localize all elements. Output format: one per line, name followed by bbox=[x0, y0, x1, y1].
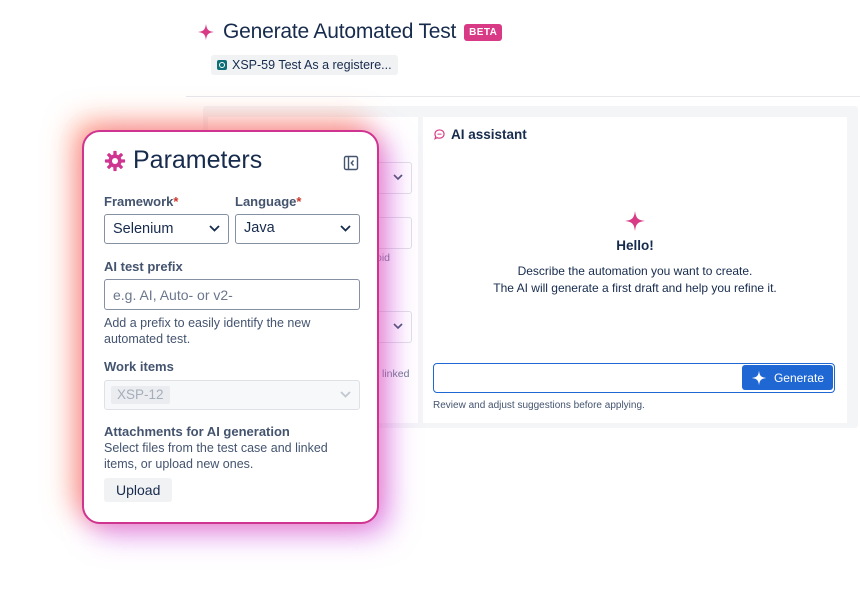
work-item-chip-label: XSP-59 Test As a registere... bbox=[232, 58, 392, 72]
parameters-panel: Parameters Framework* Selenium Language*… bbox=[82, 130, 379, 524]
chevron-down-icon bbox=[340, 391, 351, 398]
assistant-description: Describe the automation you want to crea… bbox=[423, 263, 847, 296]
language-select[interactable]: Java bbox=[235, 214, 360, 244]
assistant-description-line: Describe the automation you want to crea… bbox=[517, 264, 753, 278]
hidden-linked-text: linked bbox=[382, 368, 410, 380]
page-title: Generate Automated Test bbox=[223, 20, 457, 43]
work-items-label: Work items bbox=[104, 359, 174, 374]
required-marker: * bbox=[173, 194, 179, 209]
prefix-helper: Add a prefix to easily identify the new … bbox=[104, 316, 311, 346]
prompt-box: Generate bbox=[433, 363, 835, 393]
header-divider bbox=[186, 96, 860, 97]
generate-button-label: Generate bbox=[773, 370, 824, 385]
chevron-down-icon bbox=[340, 225, 351, 232]
work-item-chip[interactable]: XSP-59 Test As a registere... bbox=[211, 55, 398, 75]
framework-label-text: Framework bbox=[104, 194, 174, 209]
framework-label: Framework* bbox=[104, 194, 178, 209]
language-value: Java bbox=[244, 220, 275, 236]
framework-select[interactable]: Selenium bbox=[104, 214, 229, 244]
chevron-down-icon bbox=[393, 174, 403, 181]
prefix-label: AI test prefix bbox=[104, 259, 183, 274]
ai-assistant-title: AI assistant bbox=[451, 127, 527, 142]
prefix-input[interactable] bbox=[104, 279, 360, 310]
sparkle-icon bbox=[624, 210, 646, 232]
parameters-header: Parameters bbox=[104, 146, 262, 175]
beta-badge: BETA bbox=[464, 23, 503, 41]
chat-bubble-icon bbox=[434, 129, 445, 140]
attachments-description: Select files from the test case and link… bbox=[104, 441, 328, 471]
ai-assistant-header: AI assistant bbox=[434, 127, 527, 142]
chevron-down-icon bbox=[393, 323, 403, 330]
language-label-text: Language bbox=[235, 194, 297, 209]
review-note: Review and adjust suggestions before app… bbox=[433, 400, 645, 411]
test-issue-icon bbox=[217, 60, 227, 70]
greeting: Hello! bbox=[616, 238, 654, 253]
upload-button[interactable]: Upload bbox=[104, 478, 173, 502]
work-items-select[interactable]: XSP-12 bbox=[104, 380, 360, 410]
generate-button[interactable]: Generate bbox=[741, 365, 833, 390]
attachments-title: Attachments for AI generation bbox=[104, 424, 290, 439]
collapse-panel-icon[interactable] bbox=[343, 155, 359, 171]
work-item-tag: XSP-12 bbox=[111, 386, 170, 404]
sparkle-icon bbox=[751, 370, 767, 385]
required-marker: * bbox=[296, 194, 302, 209]
framework-value: Selenium bbox=[113, 221, 174, 237]
parameters-title: Parameters bbox=[133, 146, 263, 174]
assistant-description-line: The AI will generate a first draft and h… bbox=[493, 280, 777, 295]
gear-icon bbox=[104, 150, 126, 171]
sparkle-icon bbox=[197, 23, 215, 41]
prompt-input[interactable] bbox=[440, 368, 744, 390]
page-header: Generate Automated Test BETA bbox=[197, 20, 503, 44]
chevron-down-icon bbox=[209, 225, 220, 232]
language-label: Language* bbox=[235, 194, 301, 209]
